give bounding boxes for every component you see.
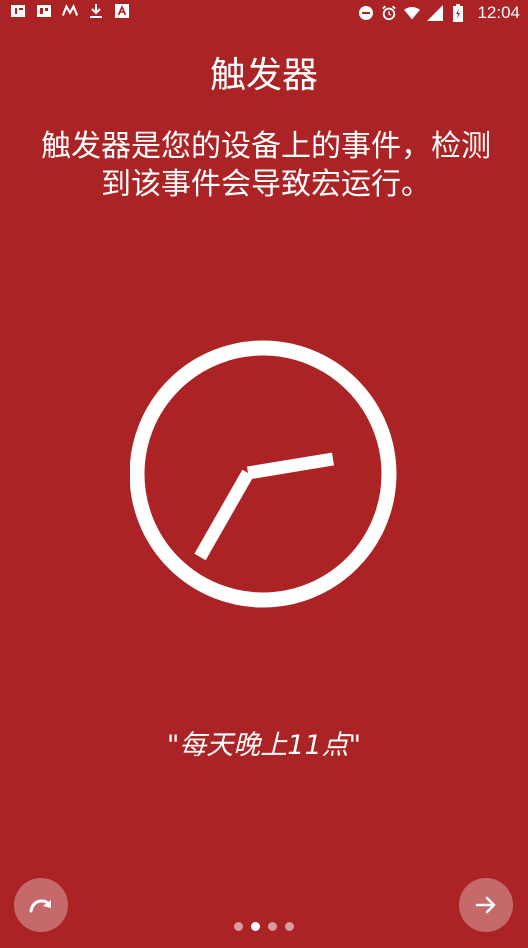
page-title: 触发器 <box>209 55 318 96</box>
page-dot-active <box>251 922 260 931</box>
page-description: 触发器是您的设备上的事件，检测到该事件会导致宏运行。 <box>41 129 491 202</box>
page-dot <box>285 922 294 931</box>
skip-icon <box>29 899 51 913</box>
example-text: "每天晚上11点" <box>166 730 362 761</box>
m-logo-icon <box>62 3 78 19</box>
download-icon <box>88 3 104 19</box>
page-dot <box>268 922 277 931</box>
alarm-icon <box>381 5 397 21</box>
status-bar: 12:04 <box>0 0 528 26</box>
page-dot <box>234 922 243 931</box>
notification-icons <box>10 3 130 19</box>
signal-icon <box>427 5 444 21</box>
do-not-disturb-icon <box>358 5 374 21</box>
clock-icon <box>130 340 397 608</box>
app-notification-icon <box>36 3 52 19</box>
a-app-icon <box>114 3 130 19</box>
app-notification-icon <box>10 3 26 19</box>
next-button[interactable] <box>459 878 513 932</box>
page-indicator <box>0 922 528 931</box>
system-icons: 12:04 <box>358 3 520 23</box>
battery-icon <box>450 4 466 22</box>
arrow-right-icon <box>475 896 496 914</box>
status-time: 12:04 <box>477 3 520 22</box>
wifi-icon <box>404 5 421 21</box>
